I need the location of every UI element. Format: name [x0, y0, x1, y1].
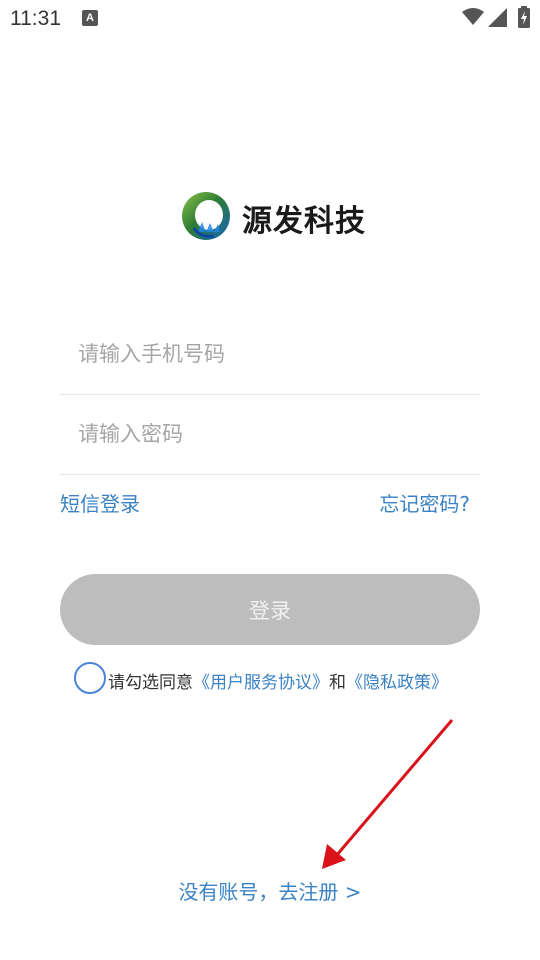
agreement-checkbox[interactable] — [74, 662, 106, 694]
login-button[interactable]: 登录 — [60, 574, 480, 645]
phone-input[interactable] — [76, 314, 470, 394]
sms-login-link[interactable]: 短信登录 — [60, 488, 140, 517]
notification-icon: A — [82, 10, 98, 26]
register-row: 没有账号，去注册 > — [0, 876, 540, 905]
status-time: 11:31 — [10, 7, 61, 30]
register-link[interactable]: 没有账号，去注册 > — [178, 880, 361, 904]
password-input[interactable] — [76, 394, 470, 474]
privacy-policy-link[interactable]: 《隐私政策》 — [346, 673, 448, 693]
brand-name: 源发科技 — [242, 204, 366, 239]
status-bar: 11:31 A — [0, 0, 540, 38]
signal-icon — [488, 8, 507, 27]
agreement-conjunction: 和 — [329, 673, 346, 693]
password-field — [60, 394, 480, 475]
agreement-row: 请勾选同意《用户服务协议》和《隐私政策》 — [74, 662, 494, 696]
agreement-text: 请勾选同意《用户服务协议》和《隐私政策》 — [108, 668, 448, 693]
battery-charging-icon — [518, 6, 530, 28]
wifi-icon — [462, 8, 484, 25]
annotation-arrow — [322, 719, 454, 869]
agreement-prefix: 请勾选同意 — [108, 673, 193, 693]
forgot-password-link[interactable]: 忘记密码? — [379, 488, 470, 517]
brand-logo: 源发科技 — [180, 186, 380, 246]
brand-mark-icon — [182, 192, 230, 240]
phone-field — [60, 314, 480, 395]
user-agreement-link[interactable]: 《用户服务协议》 — [193, 673, 329, 693]
